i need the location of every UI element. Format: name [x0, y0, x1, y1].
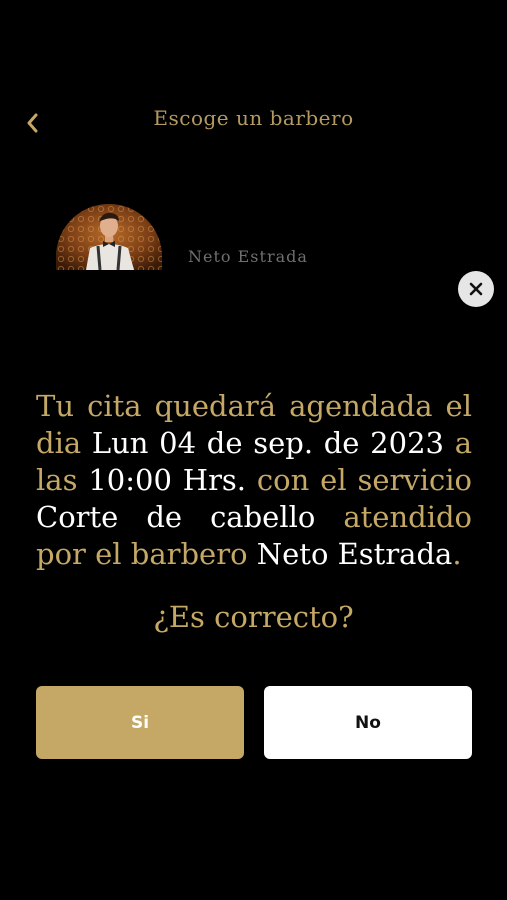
close-button[interactable] — [458, 271, 494, 307]
confirm-yes-button[interactable]: Si — [36, 686, 244, 759]
confirm-no-button[interactable]: No — [264, 686, 472, 759]
header: Escoge un barbero — [0, 98, 507, 142]
appointment-service: Corte de cabello — [36, 500, 316, 534]
close-icon — [469, 282, 483, 296]
barber-avatar — [56, 204, 162, 270]
appointment-date: Lun 04 de sep. de 2023 — [91, 426, 444, 460]
appointment-time: 10:00 Hrs. — [88, 463, 247, 497]
appointment-barber: Neto Estrada — [256, 537, 453, 571]
confirmation-message: Tu cita quedará agendada el dia Lun 04 d… — [36, 388, 472, 573]
confirmation-question: ¿Es correcto? — [153, 600, 354, 634]
page-title: Escoge un barbero — [153, 106, 354, 130]
barber-list-item[interactable]: Neto Estrada — [0, 200, 507, 272]
message-text: . — [452, 537, 462, 571]
message-text: con el servicio — [246, 463, 473, 497]
barber-name: Neto Estrada — [188, 247, 308, 266]
